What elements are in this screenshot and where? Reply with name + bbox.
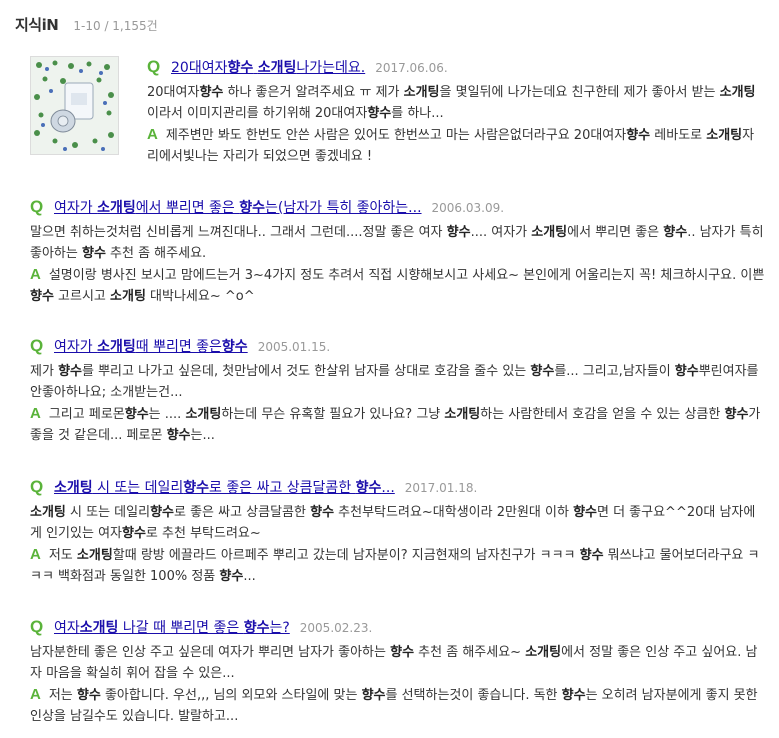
question-title-link[interactable]: 20대여자향수 소개팅나가는데요. (171, 60, 365, 76)
answer-snippet-line: A 저도 소개팅할때 랑방 에끌라드 아르페주 뿌리고 갔는데 남자분이? 지금현… (30, 544, 765, 587)
answer-snippet-line: A 저는 향수 좋아합니다. 우선,,, 님의 외모와 스타일에 맞는 향수를 선… (30, 684, 765, 727)
question-snippet: 20대여자향수 하나 좋은거 알려주세요 ㅠ 제가 소개팅을 몇일뒤에 나가는데… (147, 85, 756, 121)
question-snippet: 제가 향수를 뿌리고 나가고 싶은데, 첫만남에서 것도 한살위 남자를 상대로… (30, 364, 759, 400)
answer-snippet-line: A 설명이랑 병사진 보시고 맘에드는거 3~4가지 정도 추려서 직접 시향해보… (30, 264, 765, 307)
question-icon: Q (30, 617, 44, 636)
result-item: Q 여자소개팅 나갈 때 뿌리면 좋은 향수는? 2005.02.23. 남자분한테… (30, 616, 765, 727)
answer-icon: A (147, 126, 158, 143)
question-date: 2017.06.06. (375, 61, 448, 75)
question-icon: Q (30, 336, 44, 355)
question-line: Q 20대여자향수 소개팅나가는데요. 2017.06.06. (147, 56, 765, 78)
question-date: 2005.01.15. (257, 340, 331, 354)
question-line: Q 여자소개팅 나갈 때 뿌리면 좋은 향수는? 2005.02.23. (30, 616, 765, 638)
answer-snippet: 저는 향수 좋아합니다. 우선,,, 님의 외모와 스타일에 맞는 향수를 선택… (30, 688, 758, 724)
answer-snippet-line: A 그리고 페로몬향수는 .... 소개팅하는데 무슨 유혹할 필요가 있나요? … (30, 403, 765, 446)
question-date: 2005.02.23. (299, 621, 373, 635)
answer-icon: A (30, 266, 41, 283)
question-title-link[interactable]: 여자소개팅 나갈 때 뿌리면 좋은 향수는? (54, 620, 290, 636)
answer-snippet: 설명이랑 병사진 보시고 맘에드는거 3~4가지 정도 추려서 직접 시향해보시… (30, 268, 765, 304)
answer-snippet: 저도 소개팅할때 랑방 에끌라드 아르페주 뿌리고 갔는데 남자분이? 지금현재… (30, 548, 760, 584)
question-snippet: 남자분한테 좋은 인상 주고 싶은데 여자가 뿌리면 남자가 좋아하는 향수 추… (30, 645, 758, 681)
question-date: 2006.03.09. (431, 201, 505, 215)
perfume-thumbnail-image (31, 57, 118, 154)
question-title-link[interactable]: 여자가 소개팅때 뿌리면 좋은향수 (54, 339, 248, 355)
answer-icon: A (30, 405, 41, 422)
question-snippet: 소개팅 시 또는 데일리향수로 좋은 싸고 상큼달콤한 향수 추천부탁드려요~대… (30, 505, 756, 541)
result-item: Q 여자가 소개팅때 뿌리면 좋은향수 2005.01.15. 제가 향수를 뿌리고… (30, 335, 765, 446)
question-title-link[interactable]: 여자가 소개팅에서 뿌리면 좋은 향수는(남자가 특히 좋아하는... (54, 200, 422, 216)
question-line: Q 소개팅 시 또는 데일리향수로 좋은 싸고 상큼달콤한 향수... 2017.0… (30, 476, 765, 498)
result-count: 1-10 / 1,155건 (73, 19, 158, 33)
question-snippet: 말으면 취하는것처럼 신비롭게 느껴진대나.. 그래서 그런데....정말 좋은… (30, 225, 764, 261)
question-icon: Q (30, 197, 44, 216)
question-line: Q 여자가 소개팅에서 뿌리면 좋은 향수는(남자가 특히 좋아하는... 2006… (30, 196, 765, 218)
result-item: Q 소개팅 시 또는 데일리향수로 좋은 싸고 상큼달콤한 향수... 2017.0… (30, 476, 765, 587)
question-date: 2017.01.18. (404, 481, 478, 495)
result-content: Q 20대여자향수 소개팅나가는데요. 2017.06.06. 20대여자향수 하나… (147, 56, 765, 167)
question-line: Q 여자가 소개팅때 뿌리면 좋은향수 2005.01.15. (30, 335, 765, 357)
answer-snippet: 제주변만 봐도 한번도 안쓴 사람은 있어도 한번쓰고 마는 사람은없더라구요 … (147, 128, 755, 164)
answer-icon: A (30, 546, 41, 563)
result-item: Q 여자가 소개팅에서 뿌리면 좋은 향수는(남자가 특히 좋아하는... 2006… (30, 196, 765, 307)
result-item: Q 20대여자향수 소개팅나가는데요. 2017.06.06. 20대여자향수 하나… (30, 56, 765, 167)
answer-snippet: 그리고 페로몬향수는 .... 소개팅하는데 무슨 유혹할 필요가 있나요? 그… (30, 407, 761, 443)
question-title-link[interactable]: 소개팅 시 또는 데일리향수로 좋은 싸고 상큼달콤한 향수... (54, 480, 395, 496)
result-thumbnail[interactable] (30, 56, 119, 155)
question-icon: Q (30, 477, 44, 496)
question-icon: Q (147, 57, 161, 76)
section-title: 지식iN (15, 16, 59, 34)
answer-snippet-line: A 제주변만 봐도 한번도 안쓴 사람은 있어도 한번쓰고 마는 사람은없더라구요… (147, 124, 765, 167)
section-header: 지식iN 1-10 / 1,155건 (15, 14, 158, 36)
answer-icon: A (30, 686, 41, 703)
